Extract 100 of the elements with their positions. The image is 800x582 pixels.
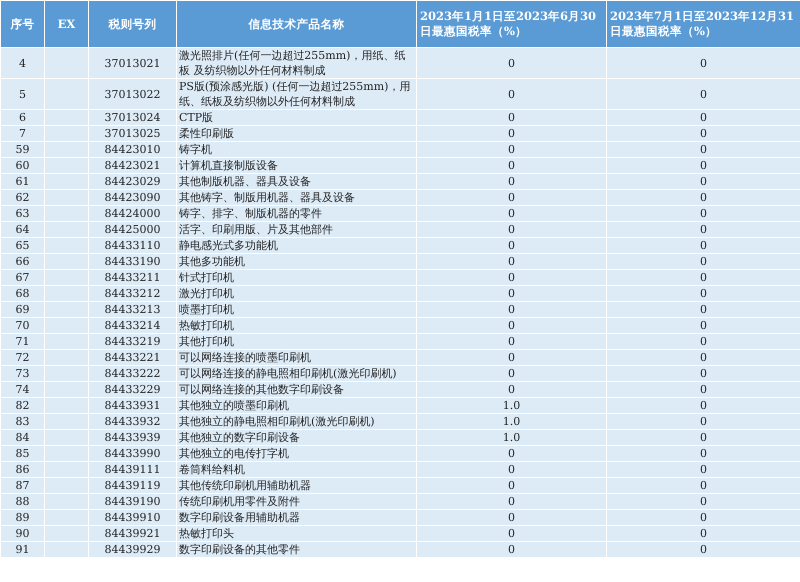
table-cell: 83 xyxy=(0,414,44,430)
table-cell: 84433221 xyxy=(88,350,176,366)
table-cell: 0 xyxy=(606,270,800,286)
table-cell: 0 xyxy=(416,174,606,190)
table-cell: 37013025 xyxy=(88,126,176,142)
table-cell: 0 xyxy=(416,254,606,270)
table-cell: 其他独立的电传打字机 xyxy=(176,446,416,462)
table-cell: 84423021 xyxy=(88,158,176,174)
table-cell: 72 xyxy=(0,350,44,366)
table-cell: 84433214 xyxy=(88,318,176,334)
table-cell: 数字印刷设备用辅助机器 xyxy=(176,510,416,526)
table-cell: 热敏打印头 xyxy=(176,526,416,542)
table-cell: 84439119 xyxy=(88,478,176,494)
table-cell: 68 xyxy=(0,286,44,302)
table-cell: 84433190 xyxy=(88,254,176,270)
table-cell: 0 xyxy=(416,48,606,78)
table-cell: 4 xyxy=(0,48,44,78)
table-cell: 其他打印机 xyxy=(176,334,416,350)
table-cell: 静电感光式多功能机 xyxy=(176,238,416,254)
table-cell: 可以网络连接的其他数字印刷设备 xyxy=(176,382,416,398)
table-cell: 0 xyxy=(606,526,800,542)
table-cell: 其他独立的数字印刷设备 xyxy=(176,430,416,446)
table-cell: 0 xyxy=(606,494,800,510)
table-cell: 0 xyxy=(416,510,606,526)
table-cell: 84439111 xyxy=(88,462,176,478)
table-cell: 0 xyxy=(416,446,606,462)
table-cell: 0 xyxy=(606,462,800,478)
table-cell: 0 xyxy=(416,318,606,334)
table-cell: 激光照排片(任何一边超过255mm)，用纸、纸板 及纺织物以外任何材料制成 xyxy=(176,48,416,78)
table-cell: 柔性印刷版 xyxy=(176,126,416,142)
table-cell: 喷墨打印机 xyxy=(176,302,416,318)
table-cell: 59 xyxy=(0,142,44,158)
table-cell: 0 xyxy=(416,158,606,174)
column-header: EX xyxy=(44,0,88,48)
table-cell: 84433211 xyxy=(88,270,176,286)
table-cell: 70 xyxy=(0,318,44,334)
table-cell: 针式打印机 xyxy=(176,270,416,286)
table-cell: 84433219 xyxy=(88,334,176,350)
table-cell: 90 xyxy=(0,526,44,542)
table-cell: 37013021 xyxy=(88,48,176,78)
table-cell: 37013022 xyxy=(88,78,176,110)
table-cell: 84424000 xyxy=(88,206,176,222)
table-cell: 0 xyxy=(606,382,800,398)
table-cell: 0 xyxy=(416,494,606,510)
table-cell: 0 xyxy=(606,254,800,270)
table-cell: 84439929 xyxy=(88,542,176,558)
table-cell: 88 xyxy=(0,494,44,510)
table-cell: 其他制版机器、器具及设备 xyxy=(176,174,416,190)
table-cell: 0 xyxy=(416,350,606,366)
table-cell: 61 xyxy=(0,174,44,190)
table-cell: 0 xyxy=(606,510,800,526)
table-cell: 其他独立的喷墨印刷机 xyxy=(176,398,416,414)
table-cell: 84423010 xyxy=(88,142,176,158)
table-cell: 0 xyxy=(416,366,606,382)
table-cell: 65 xyxy=(0,238,44,254)
table-cell: 0 xyxy=(606,142,800,158)
table-cell: 84423090 xyxy=(88,190,176,206)
table-cell: 84433932 xyxy=(88,414,176,430)
table-cell: 0 xyxy=(606,542,800,558)
table-cell: 1.0 xyxy=(416,398,606,414)
table-cell: 0 xyxy=(416,110,606,126)
table-cell: 84433212 xyxy=(88,286,176,302)
table-cell: 63 xyxy=(0,206,44,222)
table-cell: 0 xyxy=(416,334,606,350)
table-cell: 其他独立的静电照相印刷机(激光印刷机) xyxy=(176,414,416,430)
table-cell: 0 xyxy=(606,110,800,126)
table-cell: 85 xyxy=(0,446,44,462)
table-cell: 73 xyxy=(0,366,44,382)
table-cell: 0 xyxy=(416,462,606,478)
table-cell: 0 xyxy=(416,382,606,398)
table-cell: 0 xyxy=(606,78,800,110)
column-header: 2023年1月1日至2023年6月30日最惠国税率（%） xyxy=(416,0,606,48)
table-cell: 铸字机 xyxy=(176,142,416,158)
table-cell: 0 xyxy=(606,174,800,190)
table-cell: 89 xyxy=(0,510,44,526)
table-cell: 66 xyxy=(0,254,44,270)
table-cell: 0 xyxy=(606,158,800,174)
table-cell: 84433939 xyxy=(88,430,176,446)
table-cell: 0 xyxy=(606,302,800,318)
table-cell: 84439910 xyxy=(88,510,176,526)
table-cell: 82 xyxy=(0,398,44,414)
column-header: 税则号列 xyxy=(88,0,176,48)
table-cell: 0 xyxy=(606,222,800,238)
table-cell: 其他铸字、制版用机器、器具及设备 xyxy=(176,190,416,206)
table-cell: 铸字、排字、制版机器的零件 xyxy=(176,206,416,222)
table-cell: 0 xyxy=(606,190,800,206)
table-cell: 0 xyxy=(606,478,800,494)
table-cell: 0 xyxy=(606,126,800,142)
table-cell: 86 xyxy=(0,462,44,478)
table-cell: 0 xyxy=(606,350,800,366)
table-cell: 0 xyxy=(606,398,800,414)
table-cell: 0 xyxy=(416,222,606,238)
table-cell: 传统印刷机用零件及附件 xyxy=(176,494,416,510)
table-cell: 84433931 xyxy=(88,398,176,414)
table-cell: 84423029 xyxy=(88,174,176,190)
table-cell: 0 xyxy=(606,238,800,254)
table-cell: 0 xyxy=(416,302,606,318)
table-cell: 0 xyxy=(606,286,800,302)
table-cell: 卷筒料给料机 xyxy=(176,462,416,478)
table-cell: 激光打印机 xyxy=(176,286,416,302)
